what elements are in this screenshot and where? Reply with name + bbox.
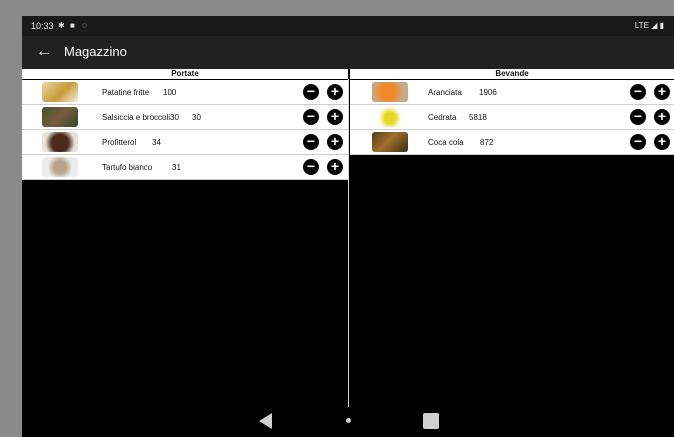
orange-soda-image bbox=[372, 82, 408, 102]
decrease-button[interactable]: − bbox=[630, 109, 646, 125]
list-item[interactable]: Cedrata 5818 − + bbox=[350, 105, 674, 130]
decrease-button[interactable]: − bbox=[303, 84, 319, 100]
item-name: Aranciata bbox=[428, 88, 462, 97]
portate-column: Portate Patatine fritte 100 − + Salsicci… bbox=[22, 69, 348, 409]
bevande-header: Bevande bbox=[350, 69, 674, 80]
item-qty: 31 bbox=[172, 163, 181, 172]
increase-button[interactable]: + bbox=[327, 84, 343, 100]
increase-button[interactable]: + bbox=[654, 109, 670, 125]
profiterole-image bbox=[42, 132, 78, 152]
item-name: Patatine fritte bbox=[102, 88, 150, 97]
increase-button[interactable]: + bbox=[327, 134, 343, 150]
item-qty: 5818 bbox=[469, 113, 487, 122]
status-right: LTE ◢ ▮ bbox=[635, 21, 664, 30]
item-qty: 872 bbox=[480, 138, 494, 147]
fries-image bbox=[42, 82, 78, 102]
item-name: Coca cola bbox=[428, 138, 464, 147]
column-divider bbox=[348, 79, 349, 407]
increase-button[interactable]: + bbox=[327, 159, 343, 175]
increase-button[interactable]: + bbox=[654, 84, 670, 100]
item-name: Profitterol bbox=[102, 138, 137, 147]
notification-status-icon: ■ bbox=[70, 21, 75, 30]
list-item[interactable]: Salsiccia e broccoli30 30 − + bbox=[22, 105, 348, 130]
list-item[interactable]: Patatine fritte 100 − + bbox=[22, 80, 348, 105]
decrease-button[interactable]: − bbox=[303, 134, 319, 150]
list-item[interactable]: Profitterol 34 − + bbox=[22, 130, 348, 155]
cola-image bbox=[372, 132, 408, 152]
bevande-column: Bevande Aranciata 1906 − + Cedrata 5818 … bbox=[350, 69, 674, 409]
item-qty: 34 bbox=[152, 138, 161, 147]
settings-status-icon: ✱ bbox=[58, 21, 65, 30]
network-type: LTE bbox=[634, 21, 649, 30]
tablet-screen: 10:33 ✱ ■ ◌ LTE ◢ ▮ ← Magazzino Portate … bbox=[22, 16, 674, 437]
decrease-button[interactable]: − bbox=[630, 134, 646, 150]
item-qty: 100 bbox=[163, 88, 177, 97]
item-name: Cedrata bbox=[428, 113, 457, 122]
sausage-image bbox=[42, 107, 78, 127]
increase-button[interactable]: + bbox=[654, 134, 670, 150]
status-bar: 10:33 ✱ ■ ◌ LTE ◢ ▮ bbox=[22, 16, 674, 36]
wifi-status-icon: ◌ bbox=[82, 21, 87, 30]
nav-back-icon[interactable] bbox=[259, 413, 272, 429]
page-title: Magazzino bbox=[64, 44, 127, 59]
truffle-image bbox=[42, 157, 78, 177]
item-qty: 1906 bbox=[479, 88, 497, 97]
decrease-button[interactable]: − bbox=[303, 159, 319, 175]
list-item[interactable]: Aranciata 1906 − + bbox=[350, 80, 674, 105]
signal-icon: ◢ bbox=[651, 21, 658, 30]
increase-button[interactable]: + bbox=[327, 109, 343, 125]
decrease-button[interactable]: − bbox=[630, 84, 646, 100]
back-arrow-icon[interactable]: ← bbox=[36, 42, 52, 62]
portate-header: Portate bbox=[22, 69, 348, 80]
item-name: Tartufo bianco bbox=[102, 163, 153, 172]
list-item[interactable]: Tartufo bianco 31 − + bbox=[22, 155, 348, 180]
status-time: 10:33 bbox=[31, 21, 54, 31]
list-item[interactable]: Coca cola 872 − + bbox=[350, 130, 674, 155]
battery-icon: ▮ bbox=[659, 21, 664, 30]
nav-home-icon[interactable] bbox=[346, 418, 351, 423]
decrease-button[interactable]: − bbox=[303, 109, 319, 125]
app-bar: ← Magazzino bbox=[22, 36, 674, 69]
nav-recents-icon[interactable] bbox=[423, 413, 439, 429]
navigation-bar bbox=[22, 409, 674, 437]
main-content: Portate Patatine fritte 100 − + Salsicci… bbox=[22, 69, 674, 409]
item-name: Salsiccia e broccoli30 bbox=[102, 113, 179, 122]
cedrata-image bbox=[372, 107, 408, 127]
item-qty: 30 bbox=[192, 113, 201, 122]
